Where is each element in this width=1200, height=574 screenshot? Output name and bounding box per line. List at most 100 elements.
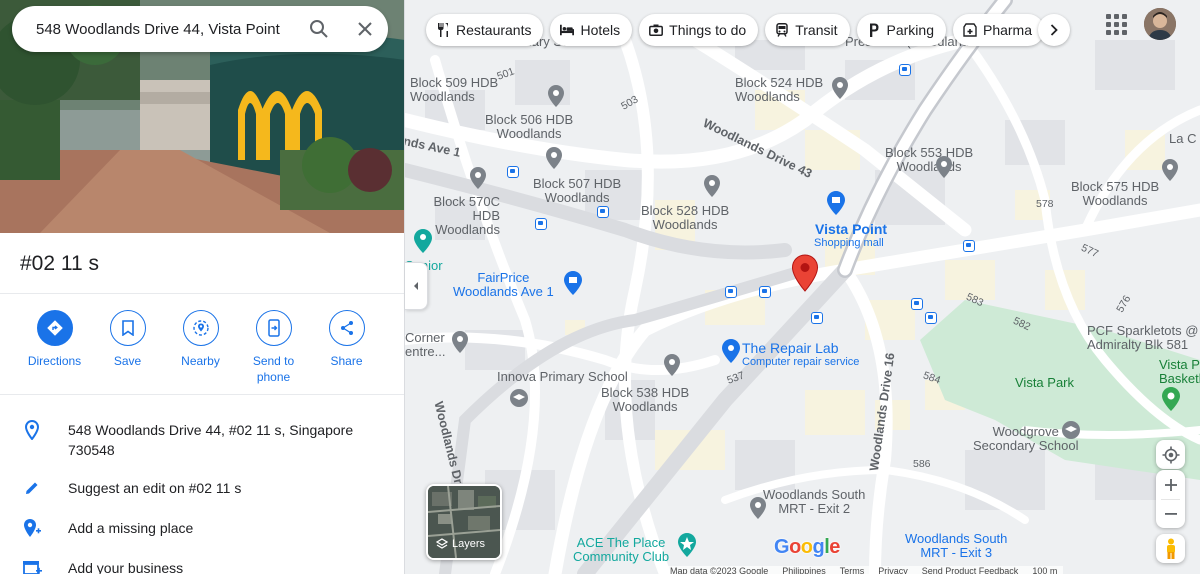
- school-icon[interactable]: [1061, 420, 1081, 440]
- bus-stop-icon[interactable]: [899, 64, 911, 76]
- map-label-fairprice[interactable]: FairPrice Woodlands Ave 1: [453, 271, 554, 299]
- google-apps-button[interactable]: [1104, 12, 1128, 36]
- chip-pharmacies[interactable]: Pharma: [952, 14, 1045, 46]
- bus-stop-icon[interactable]: [911, 298, 923, 310]
- poi-pin-icon[interactable]: [469, 166, 487, 190]
- poi-pin-icon[interactable]: [547, 84, 565, 108]
- add-business-row[interactable]: Add your business: [0, 550, 404, 574]
- chip-label: Pharma: [982, 22, 1033, 38]
- feedback-link[interactable]: Send Product Feedback: [922, 566, 1019, 574]
- share-button[interactable]: Share: [310, 310, 383, 385]
- place-panel: 548 Woodlands Drive 44, Vista Point #02 …: [0, 0, 405, 574]
- bus-stop-icon[interactable]: [535, 218, 547, 230]
- map-label-block-509[interactable]: Block 509 HDB Woodlands: [410, 76, 498, 104]
- map-label-block-553[interactable]: Block 553 HDB Woodlands: [885, 146, 973, 174]
- map-data-credit: Map data ©2023 Google: [670, 566, 769, 574]
- map-label-corner[interactable]: Corner entre...: [405, 331, 445, 359]
- parking-icon: [869, 23, 879, 37]
- avatar[interactable]: [1144, 8, 1176, 40]
- apps-grid-dot: [1122, 14, 1127, 19]
- repair-pin-icon[interactable]: [721, 338, 741, 364]
- bus-stop-icon[interactable]: [925, 312, 937, 324]
- action-bar: Directions Save Nearby Send to phone Sha…: [18, 310, 388, 385]
- map-label-vista-point[interactable]: Vista Point: [815, 222, 887, 236]
- nearby-button[interactable]: Nearby: [164, 310, 237, 385]
- search-input[interactable]: 548 Woodlands Drive 44, Vista Point: [12, 21, 296, 38]
- poi-pin-icon[interactable]: [451, 330, 469, 354]
- map-label-block-538[interactable]: Block 538 HDB Woodlands: [601, 386, 689, 414]
- map-label-block-575[interactable]: Block 575 HDB Woodlands: [1071, 180, 1159, 208]
- send-to-phone-button[interactable]: Send to phone: [237, 310, 310, 385]
- shopping-pin-icon[interactable]: [563, 270, 583, 296]
- chip-restaurants[interactable]: Restaurants: [426, 14, 544, 46]
- selected-place-marker-icon[interactable]: [791, 254, 819, 292]
- apps-grid-dot: [1114, 30, 1119, 35]
- region-link[interactable]: Philippines: [782, 566, 826, 574]
- bus-stop-icon[interactable]: [811, 312, 823, 324]
- bus-stop-icon[interactable]: [759, 286, 771, 298]
- poi-pin-icon[interactable]: [545, 146, 563, 170]
- zoom-in-button[interactable]: [1156, 470, 1185, 499]
- map-label-block-507[interactable]: Block 507 HDB Woodlands: [533, 177, 621, 205]
- map-label-block-528[interactable]: Block 528 HDB Woodlands: [641, 204, 729, 232]
- privacy-link[interactable]: Privacy: [878, 566, 908, 574]
- bus-stop-icon[interactable]: [597, 206, 609, 218]
- suggest-edit-row[interactable]: Suggest an edit on #02 11 s: [0, 470, 404, 506]
- chip-label: Things to do: [669, 22, 747, 38]
- school-icon[interactable]: [509, 388, 529, 408]
- address-row[interactable]: 548 Woodlands Drive 44, #02 11 s, Singap…: [0, 412, 404, 468]
- search-icon: [310, 20, 328, 38]
- map-label-woodlands-south-2[interactable]: Woodlands South MRT - Exit 2: [763, 488, 865, 516]
- bus-stop-icon[interactable]: [963, 240, 975, 252]
- chevron-left-icon: [414, 282, 418, 290]
- street-view-pegman-button[interactable]: [1156, 534, 1185, 563]
- poi-pin-icon[interactable]: [831, 76, 849, 100]
- map-label-block-506[interactable]: Block 506 HDB Woodlands: [485, 113, 573, 141]
- layers-icon: [436, 538, 448, 549]
- map-footer: Map data ©2023 Google Philippines Terms …: [664, 566, 1064, 574]
- plus-icon: [1164, 478, 1177, 491]
- save-button[interactable]: Save: [91, 310, 164, 385]
- category-chips: Restaurants Hotels Things to do Transit …: [426, 14, 1045, 46]
- poi-pin-icon[interactable]: [749, 496, 767, 520]
- zoom-out-button[interactable]: [1156, 499, 1185, 528]
- chip-transit[interactable]: Transit: [765, 14, 850, 46]
- map-label-innova[interactable]: Innova Primary School: [497, 370, 628, 384]
- bus-stop-icon[interactable]: [725, 286, 737, 298]
- map-label-repair-lab-sub[interactable]: Computer repair service: [742, 355, 859, 369]
- map-label-vista-park[interactable]: Vista Park: [1015, 376, 1074, 390]
- add-missing-place-row[interactable]: Add a missing place: [0, 510, 404, 546]
- poi-pin-icon[interactable]: [1161, 158, 1179, 182]
- chip-things-to-do[interactable]: Things to do: [639, 14, 759, 46]
- map-label-vista-point-sub[interactable]: Shopping mall: [814, 236, 884, 250]
- bus-stop-icon[interactable]: [507, 166, 519, 178]
- map-label-pcf[interactable]: PCF Sparkletots @ Admiralty Blk 581: [1087, 324, 1198, 352]
- chip-parking[interactable]: Parking: [856, 14, 946, 46]
- minus-icon: [1164, 512, 1177, 515]
- chip-hotels[interactable]: Hotels: [550, 14, 633, 46]
- community-club-pin-icon[interactable]: [677, 532, 697, 558]
- directions-button[interactable]: Directions: [18, 310, 91, 385]
- bookmark-icon: [121, 320, 134, 336]
- map-label-vista-park-basketball[interactable]: Vista Pa Basketba: [1159, 358, 1200, 386]
- search-button[interactable]: [296, 6, 342, 52]
- map-label-woodlands-south-3[interactable]: Woodlands South MRT - Exit 3: [905, 532, 1007, 560]
- map-label-la-c[interactable]: La C: [1169, 132, 1196, 146]
- shopping-pin-icon[interactable]: [826, 190, 846, 216]
- close-button[interactable]: [342, 6, 388, 52]
- poi-pin-icon[interactable]: [663, 353, 681, 377]
- collapse-panel-button[interactable]: [405, 262, 428, 310]
- senior-center-pin-icon[interactable]: [413, 228, 433, 254]
- my-location-button[interactable]: [1156, 440, 1185, 469]
- layers-button[interactable]: Layers: [426, 484, 502, 560]
- map-canvas[interactable]: Primary School Preschool (Woodlands... B…: [405, 0, 1200, 574]
- poi-pin-icon[interactable]: [935, 155, 953, 179]
- search-box[interactable]: 548 Woodlands Drive 44, Vista Point: [12, 6, 388, 52]
- chips-scroll-right-button[interactable]: [1038, 14, 1070, 46]
- poi-pin-icon[interactable]: [703, 174, 721, 198]
- map-label-block-524[interactable]: Block 524 HDB Woodlands: [735, 76, 823, 104]
- terms-link[interactable]: Terms: [840, 566, 865, 574]
- map-label-repair-lab[interactable]: The Repair Lab: [742, 341, 839, 355]
- park-pin-icon[interactable]: [1161, 386, 1181, 412]
- map-label-ace-the-place[interactable]: ACE The Place Community Club: [573, 536, 669, 564]
